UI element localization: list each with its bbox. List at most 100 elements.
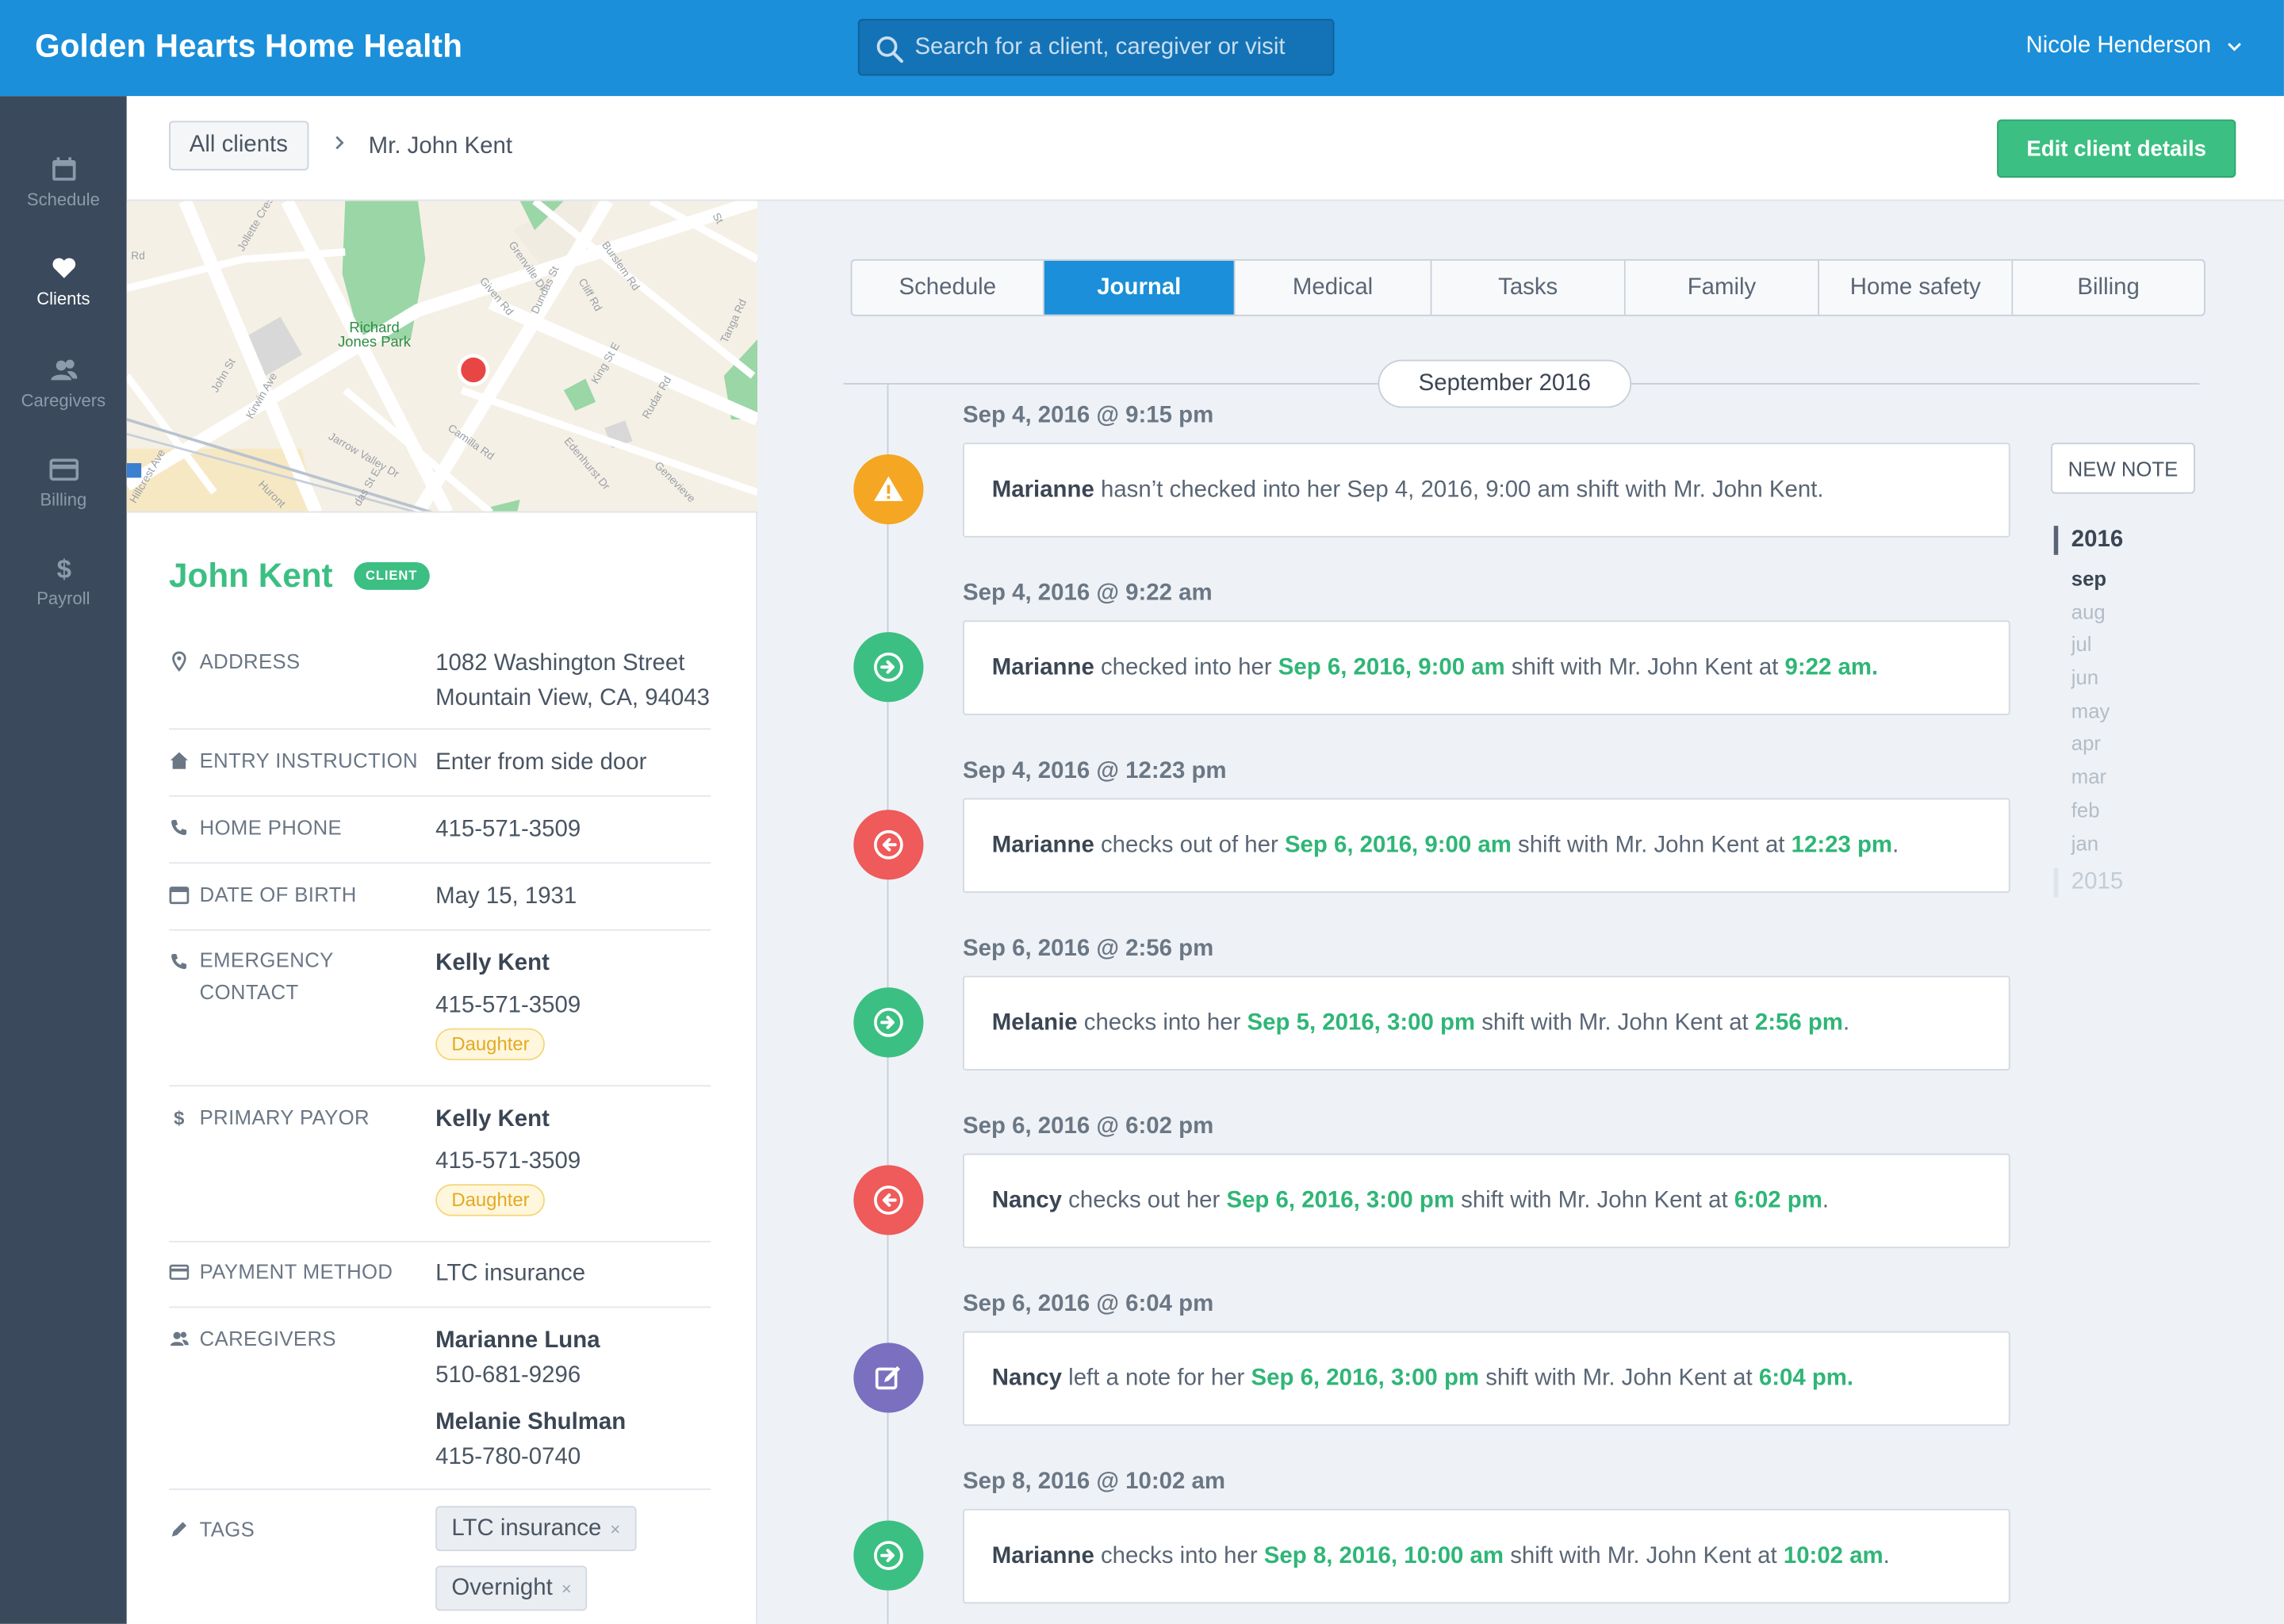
date-of-birth-field: DATE OF BIRTH May 15, 1931 — [169, 883, 711, 931]
nav-item-schedule[interactable]: Schedule — [0, 155, 127, 209]
nav-item-clients[interactable]: Clients — [0, 254, 127, 308]
archive-month[interactable]: may — [2054, 695, 2123, 728]
tag-label: Overnight — [451, 1576, 553, 1601]
check-in-icon — [853, 1520, 924, 1591]
user-name: Nicole Henderson — [2025, 33, 2212, 59]
nav-item-billing[interactable]: Billing — [0, 454, 127, 510]
search-box[interactable] — [857, 18, 1335, 76]
entry-highlight[interactable]: 6:02 pm — [1734, 1188, 1822, 1214]
tab-tasks[interactable]: Tasks — [1431, 260, 1626, 315]
archive-month[interactable]: apr — [2054, 727, 2123, 760]
edit-note-icon — [853, 1342, 924, 1413]
archive-month[interactable]: sep — [2054, 562, 2123, 596]
entry-instruction-value: Enter from side door — [435, 749, 647, 776]
user-menu[interactable]: Nicole Henderson — [2026, 33, 2244, 59]
emergency-contact-phone[interactable]: 415-571-3509 — [435, 989, 581, 1024]
breadcrumb-bar: All clients Mr. John Kent Edit client de… — [126, 96, 2284, 201]
users-icon — [170, 1331, 189, 1346]
address-line-2: Mountain View, CA, 94043 — [435, 686, 710, 711]
archive-year-prev[interactable]: 2015 — [2053, 867, 2123, 898]
field-label: EMERGENCY — [199, 948, 334, 972]
svg-text:Jones Park: Jones Park — [338, 333, 412, 350]
caregiver-phone[interactable]: 510-681-9296 — [435, 1359, 626, 1394]
all-clients-button[interactable]: All clients — [169, 121, 308, 170]
entry-text: checks into her — [1077, 1009, 1247, 1035]
caregiver-name[interactable]: Melanie Shulman — [435, 1405, 626, 1440]
nav-item-caregivers[interactable]: Caregivers — [0, 355, 127, 411]
entry-highlight[interactable]: 6:04 pm. — [1759, 1365, 1853, 1392]
remove-tag-icon[interactable]: × — [610, 1519, 620, 1540]
entry-text: shift with Mr. John Kent at — [1475, 1009, 1755, 1035]
client-location-map[interactable]: Richard Jones Park Jollette Cres Grenvil… — [126, 201, 758, 513]
tab-family[interactable]: Family — [1625, 260, 1820, 315]
archive-months: sep aug jul jun may apr mar feb jan — [2054, 562, 2123, 860]
tab-medical[interactable]: Medical — [1235, 260, 1432, 315]
tab-schedule[interactable]: Schedule — [852, 260, 1044, 315]
journal-entry-card[interactable]: Marianne checks out of her Sep 6, 2016, … — [963, 798, 2010, 893]
payor-name: Kelly Kent — [435, 1106, 550, 1132]
payor-phone[interactable]: 415-571-3509 — [435, 1145, 581, 1180]
caregiver-phone[interactable]: 415-780-0740 — [435, 1440, 626, 1475]
field-label: CAREGIVERS — [199, 1327, 336, 1350]
tab-home-safety[interactable]: Home safety — [1819, 260, 2014, 315]
archive-nav: 2016 sep aug jul jun may apr mar feb jan 2015 — [2053, 524, 2123, 898]
archive-month[interactable]: mar — [2054, 760, 2123, 794]
entry-person: Nancy — [991, 1187, 1063, 1213]
entry-highlight[interactable]: 9:22 am. — [1785, 655, 1879, 681]
entry-highlight[interactable]: Sep 6, 2016, 9:00 am — [1278, 655, 1505, 681]
entry-highlight[interactable]: Sep 6, 2016, 3:00 pm — [1226, 1188, 1454, 1214]
entry-highlight[interactable]: 10:02 am — [1784, 1543, 1884, 1569]
warning-icon — [853, 454, 924, 525]
journal-entry-card[interactable]: Marianne checked into her Sep 6, 2016, 9… — [963, 620, 2010, 715]
entry-timestamp: Sep 4, 2016 @ 12:23 pm — [963, 758, 1227, 784]
entry-timestamp: Sep 6, 2016 @ 6:02 pm — [963, 1114, 1214, 1139]
archive-month[interactable]: feb — [2054, 794, 2123, 827]
entry-highlight[interactable]: Sep 8, 2016, 10:00 am — [1264, 1543, 1504, 1569]
entry-text: . — [1883, 1542, 1890, 1568]
archive-month[interactable]: aug — [2054, 596, 2123, 629]
entry-highlight[interactable]: 12:23 pm — [1792, 833, 1892, 859]
field-label: ENTRY INSTRUCTION — [199, 749, 418, 772]
archive-month[interactable]: jun — [2054, 661, 2123, 695]
entry-highlight[interactable]: Sep 5, 2016, 3:00 pm — [1247, 1010, 1476, 1036]
app-brand[interactable]: Golden Hearts Home Health — [35, 28, 462, 66]
entry-text: shift with Mr. John Kent at — [1511, 832, 1792, 857]
entry-highlight[interactable]: 2:56 pm — [1755, 1010, 1843, 1036]
chevron-right-icon — [335, 136, 344, 150]
journal-entry-card[interactable]: Marianne checks into her Sep 8, 2016, 10… — [963, 1508, 2010, 1604]
address-line-1: 1082 Washington Street — [435, 651, 685, 676]
entry-highlight[interactable]: Sep 6, 2016, 9:00 am — [1285, 833, 1512, 859]
archive-month[interactable]: jul — [2054, 628, 2123, 661]
journal-entry-card[interactable]: Nancy checks out her Sep 6, 2016, 3:00 p… — [963, 1153, 2010, 1249]
entry-text: checks out her — [1062, 1187, 1227, 1213]
home-phone-value[interactable]: 415-571-3509 — [435, 813, 581, 848]
journal-entry-card[interactable]: Nancy left a note for her Sep 6, 2016, 3… — [963, 1331, 2010, 1427]
tab-billing[interactable]: Billing — [2013, 260, 2204, 315]
caregiver-name[interactable]: Marianne Luna — [435, 1324, 626, 1359]
dollar-icon: $ — [56, 555, 71, 583]
journal-entry-card[interactable]: Melanie checks into her Sep 5, 2016, 3:0… — [963, 975, 2010, 1071]
tag-pill[interactable]: LTC insurance × — [435, 1506, 637, 1552]
new-note-button[interactable]: NEW NOTE — [2051, 442, 2195, 494]
primary-payor-field: $ PRIMARY PAYOR Kelly Kent 415-571-3509 D… — [169, 1105, 711, 1243]
field-label: DATE OF BIRTH — [199, 883, 357, 906]
archive-month[interactable]: jan — [2054, 826, 2123, 860]
entry-text: hasn’t checked into her Sep 4, 2016, 9:0… — [1094, 477, 1824, 502]
credit-card-icon — [48, 458, 79, 481]
nav-item-payroll[interactable]: $ Payroll — [0, 553, 127, 609]
remove-tag-icon[interactable]: × — [561, 1579, 572, 1599]
edit-client-button[interactable]: Edit client details — [1997, 119, 2236, 178]
client-tabs: Schedule Journal Medical Tasks Family Ho… — [850, 259, 2205, 316]
home-phone-field: HOME PHONE 415-571-3509 — [169, 816, 711, 864]
entry-highlight[interactable]: Sep 6, 2016, 3:00 pm — [1251, 1365, 1480, 1392]
journal-entry-card[interactable]: Marianne hasn’t checked into her Sep 4, … — [963, 442, 2010, 538]
check-out-icon — [853, 810, 924, 880]
archive-year[interactable]: 2016 — [2053, 524, 2123, 556]
tag-pill[interactable]: Overnight × — [435, 1565, 588, 1611]
tab-journal[interactable]: Journal — [1044, 260, 1236, 315]
search-icon — [876, 36, 903, 63]
entry-text: . — [1842, 1009, 1850, 1035]
entry-text: checks out of her — [1094, 832, 1285, 857]
payment-method-field: PAYMENT METHOD LTC insurance — [169, 1260, 711, 1308]
search-input[interactable] — [914, 29, 1323, 67]
